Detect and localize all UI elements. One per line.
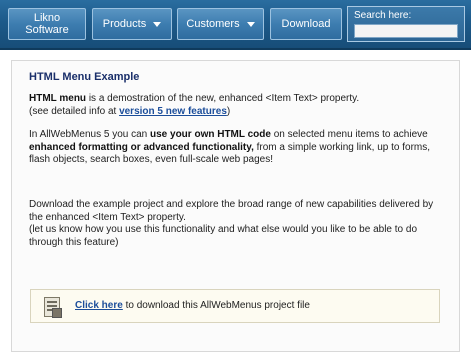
chevron-down-icon [246,21,255,27]
chevron-down-icon [153,21,162,27]
intro-paragraph: HTML menu is a demostration of the new, … [29,93,360,117]
menu-item-download-label: Download [281,18,331,30]
html-menu-label: HTML menu [29,93,87,104]
menu-item-customers-label: Customers [186,18,240,30]
menu-item-customers[interactable]: Customers [177,8,264,40]
project-file-icon [44,297,62,318]
functionality-highlight: enhanced formatting or advanced function… [29,141,254,153]
menu-item-likno-software[interactable]: Likno Software [8,8,86,40]
search-input[interactable] [354,24,458,38]
click-here-link[interactable]: Click here [75,300,123,311]
search-label: Search here: [354,10,412,21]
version-5-features-link[interactable]: version 5 new features [119,106,227,117]
download-paragraph: Download the example project and explore… [29,199,434,248]
menu-item-likno-label: Likno Software [25,12,69,36]
menu-bar: Likno Software Products Customers Downlo… [0,0,471,50]
download-box: Click here to download this AllWebMenus … [30,289,440,323]
feature-paragraph: In AllWebMenus 5 you can use your own HT… [29,129,431,165]
menu-item-products-label: Products [102,18,147,30]
menu-item-download[interactable]: Download [270,8,342,40]
content-panel: HTML Menu Example HTML menu is a demostr… [11,60,460,352]
html-code-highlight: use your own HTML code [150,129,271,140]
download-line: Click here to download this AllWebMenus … [75,300,310,311]
search-box: Search here: [347,6,465,42]
page-title: HTML Menu Example [29,71,140,83]
menu-item-products[interactable]: Products [92,8,172,40]
